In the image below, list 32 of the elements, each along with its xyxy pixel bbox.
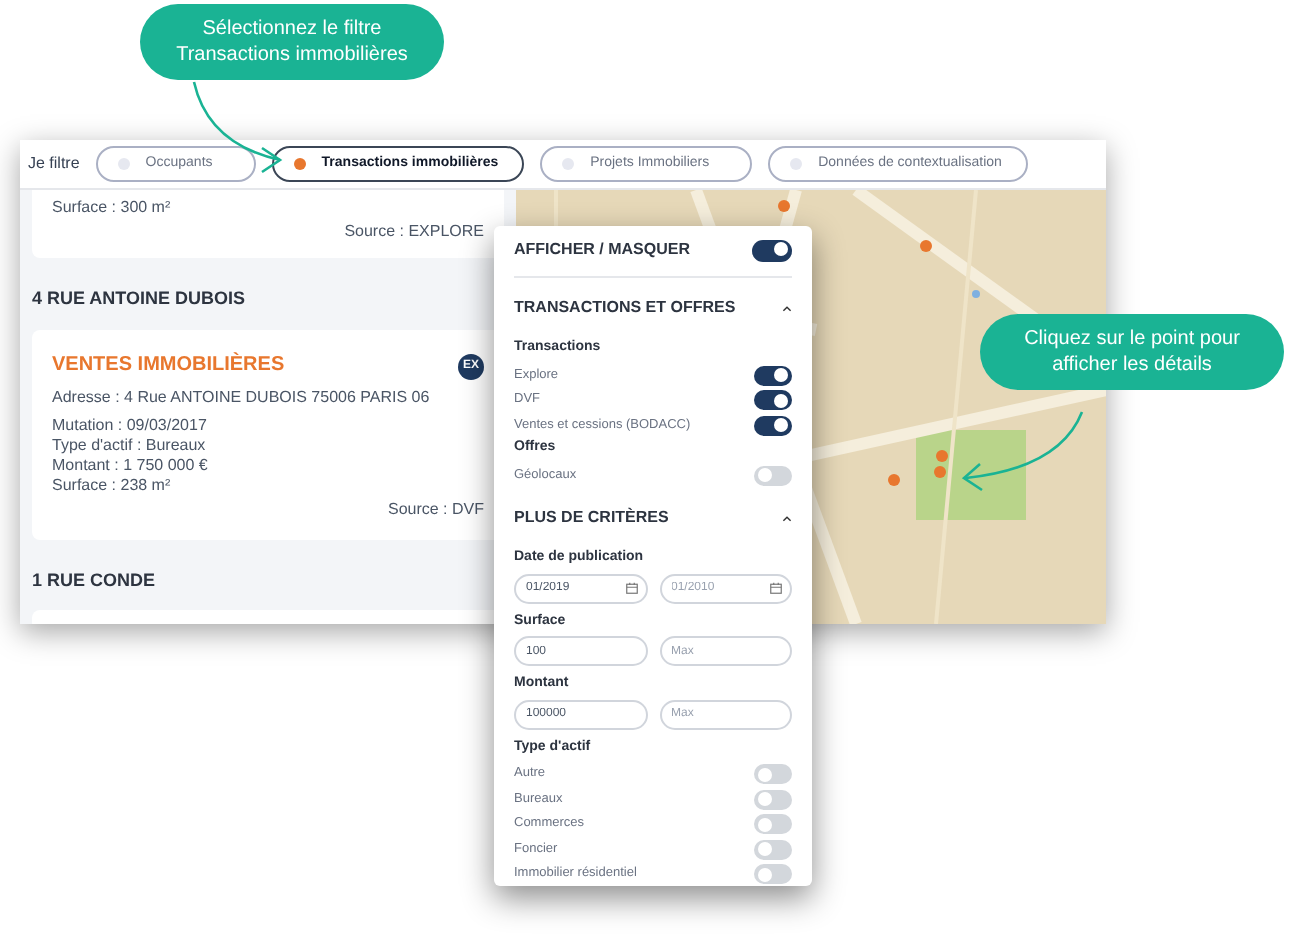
toggle-switch[interactable] [754, 415, 792, 436]
toggle-switch[interactable] [754, 465, 792, 486]
calendar-icon [770, 582, 782, 594]
toggle-switch[interactable] [754, 864, 792, 885]
detail-text: Surface : 238 m² [52, 475, 173, 495]
detail-text: Montant : 1 750 000 € [52, 455, 210, 475]
source-text: Source : EXPLORE [344, 222, 484, 242]
address-text: Adresse : 4 Rue ANTOINE DUBOIS 75006 PARIS 06 [52, 387, 432, 407]
toggle-switch[interactable] [752, 239, 792, 261]
callout-text: Cliquez sur le point pour afficher les détails [980, 314, 1284, 390]
chevron-icon [782, 305, 792, 311]
arrow [961, 411, 1084, 492]
address-heading: 4 RUE ANTOINE DUBOIS [32, 286, 248, 312]
card-title: VENTES IMMOBILIÈRES [52, 356, 285, 376]
source-text: Source : DVF [387, 499, 484, 519]
toggle-switch[interactable] [754, 789, 792, 810]
detail-text: Mutation : 09/03/2017 [52, 415, 209, 435]
address-heading: 1 RUE CONDE [32, 567, 158, 593]
toggle-switch[interactable] [754, 390, 792, 411]
callout-text: Sélectionnez le filtre Transactions immobilières [140, 4, 444, 80]
chevron-icon [782, 515, 792, 521]
toggle-switch[interactable] [754, 764, 792, 785]
toggle-switch[interactable] [754, 839, 792, 860]
toggle-switch[interactable] [754, 365, 792, 386]
detail-text: Surface : 300 m² [52, 198, 173, 218]
panel-heading: AFFICHER / MASQUER [514, 238, 690, 262]
section-header[interactable]: PLUS DE CRITÈRES [514, 506, 792, 530]
section-header[interactable]: TRANSACTIONS ET OFFRES [514, 296, 792, 320]
calendar-icon [625, 582, 637, 594]
detail-text: Type d'actif : Bureaux [52, 435, 208, 455]
filter-label: Je filtre [28, 152, 80, 176]
toggle-switch[interactable] [754, 814, 792, 835]
